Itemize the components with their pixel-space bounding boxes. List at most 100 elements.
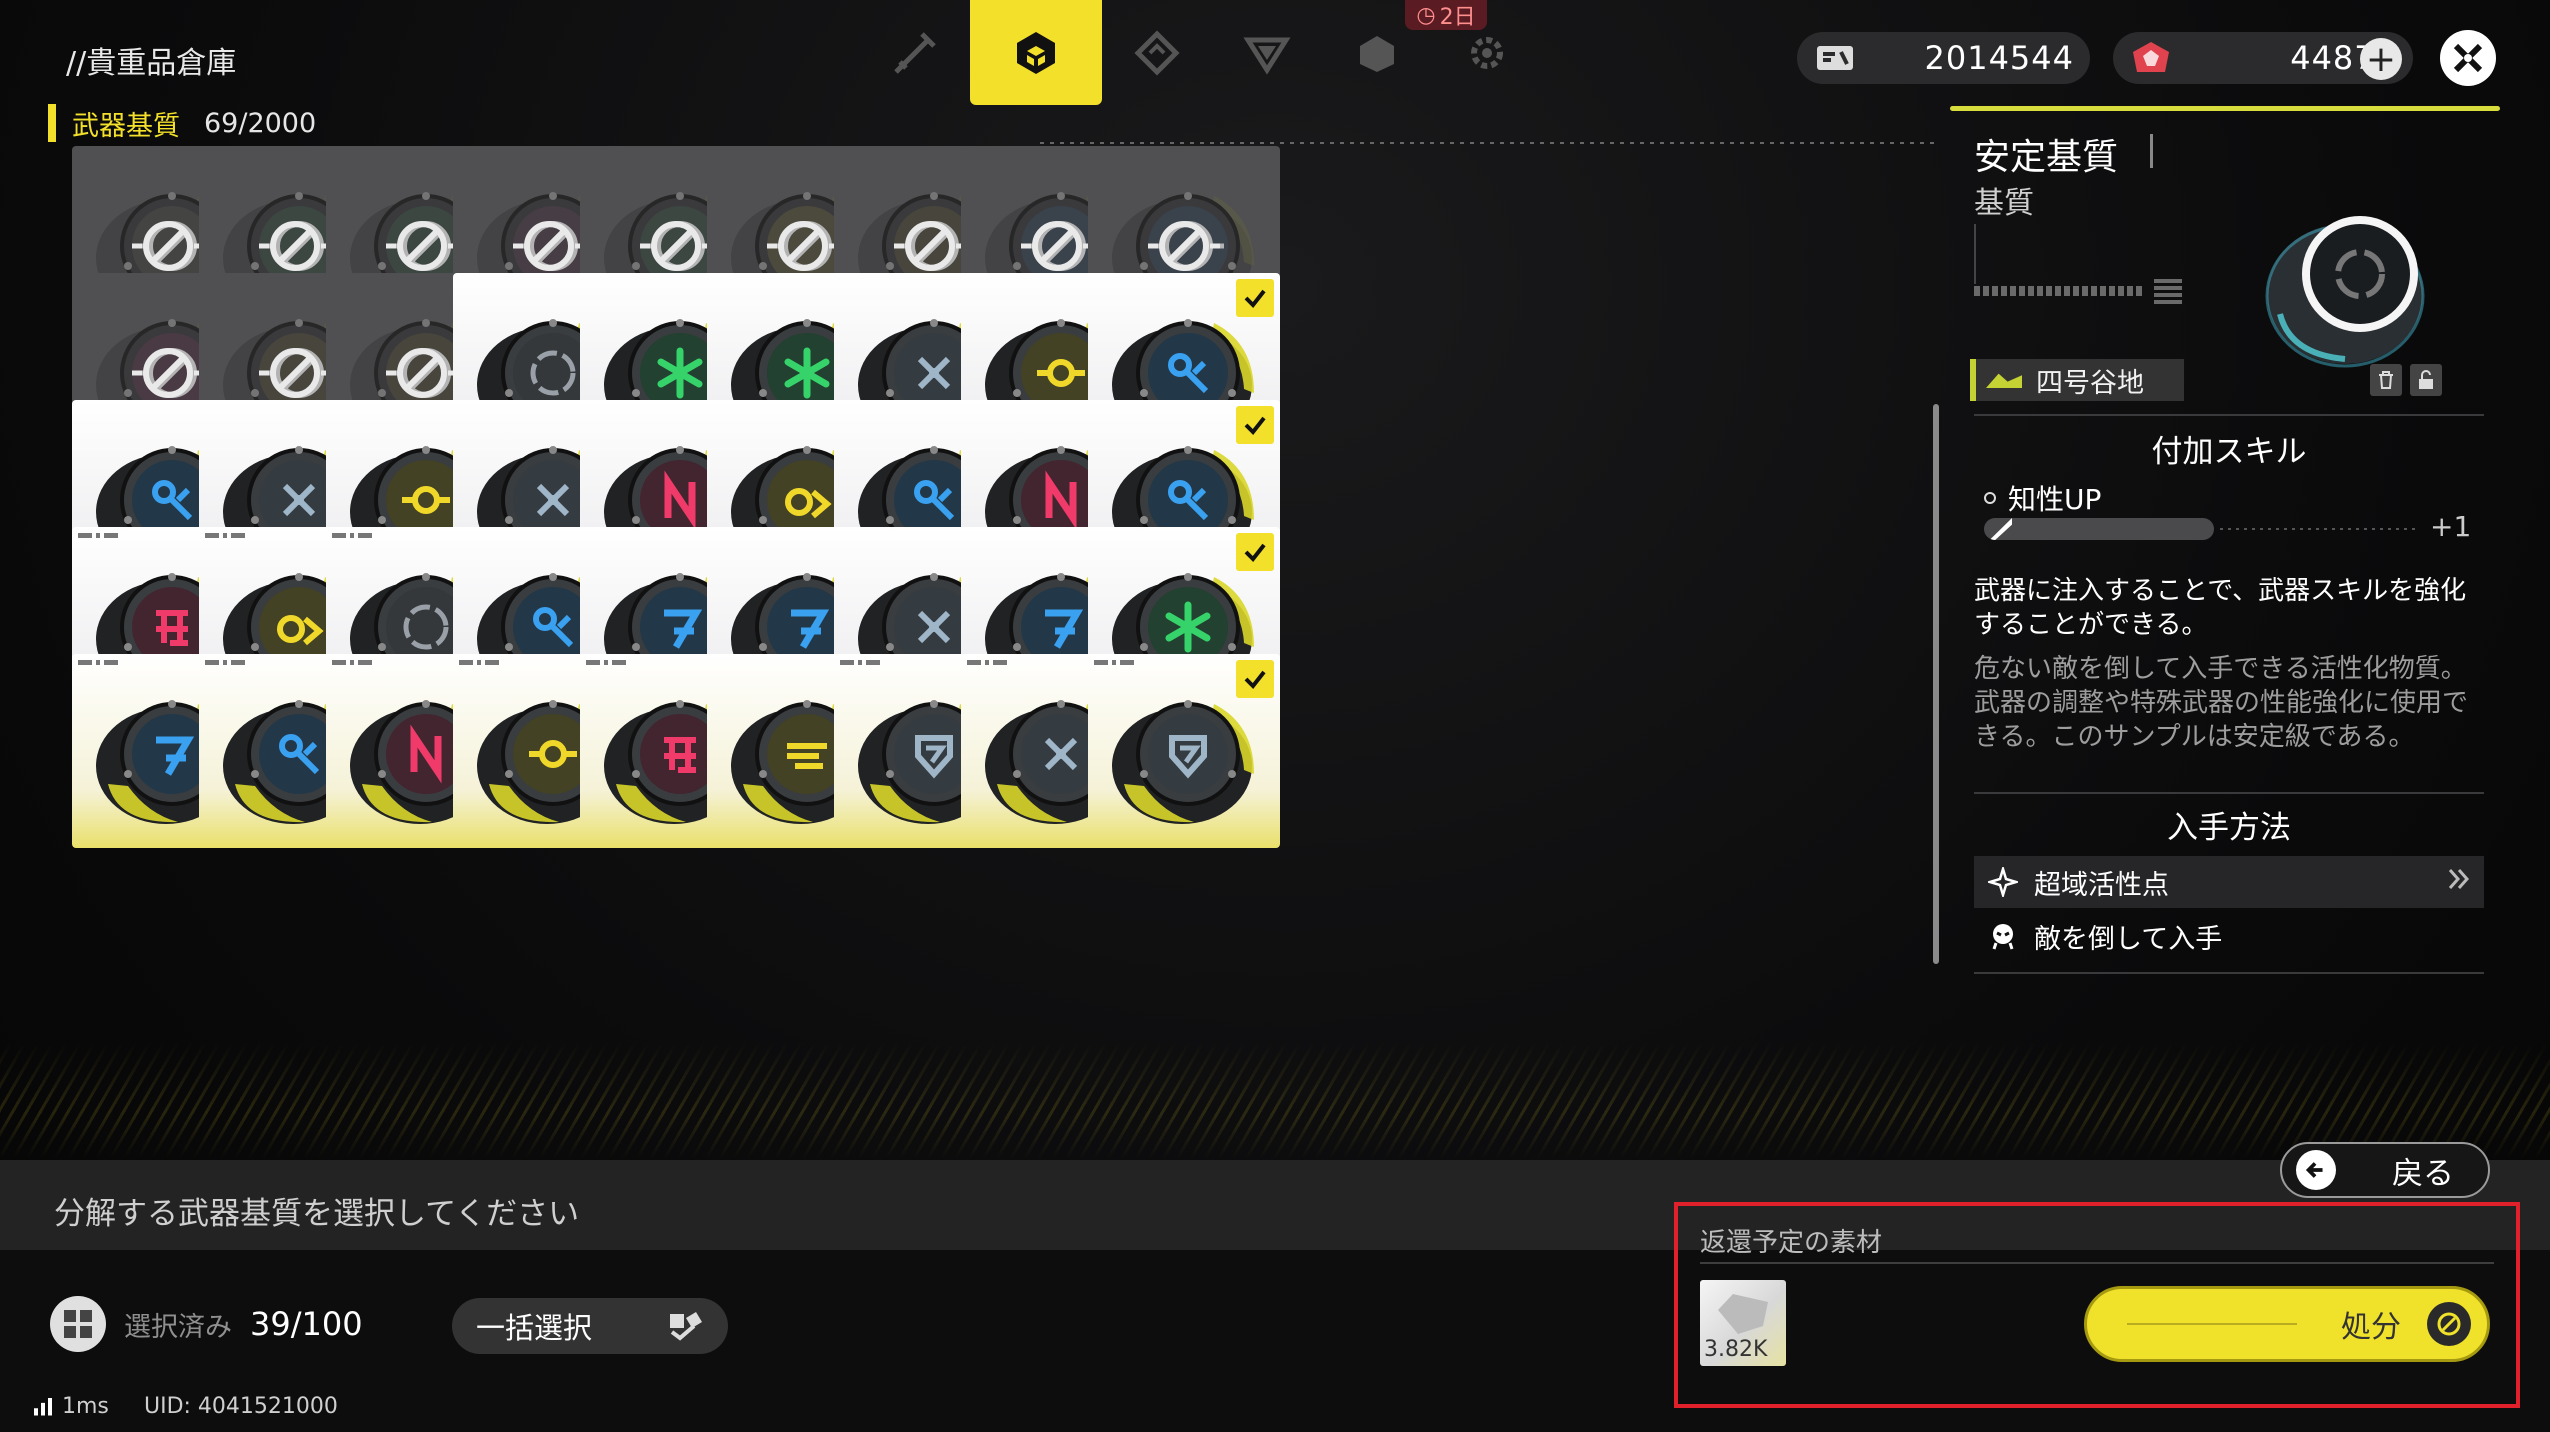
tag-decor bbox=[459, 660, 499, 665]
description-primary: 武器に注入することで、武器スキルを強化することができる。 bbox=[1974, 576, 2467, 640]
tag-decor bbox=[1094, 660, 1134, 665]
divider bbox=[1974, 972, 2484, 974]
category-count: 69/2000 bbox=[204, 107, 317, 139]
category-name: 武器基質 bbox=[72, 110, 180, 142]
currency-credits-value: 2014544 bbox=[1924, 39, 2074, 77]
terrain-icon bbox=[1986, 373, 2022, 388]
back-button[interactable]: 戻る bbox=[2280, 1142, 2490, 1198]
dispose-button[interactable]: 処分 bbox=[2084, 1286, 2490, 1362]
checkmark-icon bbox=[1236, 533, 1274, 571]
matrix-cell[interactable] bbox=[1088, 654, 1280, 848]
skill-entry: 知性UP bbox=[1984, 478, 2101, 518]
detail-panel: 安定基質 基質 四号谷地 付加スキル 知性UP +1 武器に注入することで、武器… bbox=[1950, 106, 2500, 986]
sparkle-icon bbox=[1988, 867, 2018, 897]
decor-line bbox=[2127, 1323, 2297, 1325]
signal-icon bbox=[34, 1397, 52, 1416]
selected-label: 選択済み bbox=[124, 1311, 232, 1343]
tag-decor bbox=[78, 533, 118, 538]
source-label: 敵を倒して入手 bbox=[2034, 923, 2223, 955]
back-label: 戻る bbox=[2392, 1155, 2454, 1192]
crystal-icon bbox=[2129, 40, 2173, 76]
tag-decor bbox=[586, 660, 626, 665]
sword-icon bbox=[894, 31, 936, 74]
category-accent bbox=[48, 104, 56, 142]
skill-section-title: 付加スキル bbox=[2151, 434, 2307, 470]
source-label: 超域活性点 bbox=[2034, 869, 2169, 901]
divider bbox=[1700, 1262, 2494, 1264]
tab-module[interactable] bbox=[1102, 0, 1212, 105]
tag-decor bbox=[840, 660, 880, 665]
divider bbox=[1040, 142, 1940, 144]
matrix-core-icon bbox=[1112, 700, 1254, 824]
close-icon bbox=[2453, 43, 2483, 73]
decor-line bbox=[1974, 224, 1976, 284]
return-material-amount: 3.82K bbox=[1704, 1337, 1768, 1362]
item-type: 基質 bbox=[1974, 186, 2034, 221]
ping-indicator: 1ms bbox=[34, 1394, 109, 1419]
timer-badge-text: 2日 bbox=[1439, 5, 1476, 30]
currency-credits[interactable]: 2014544 bbox=[1797, 32, 2090, 84]
ping-value: 1ms bbox=[62, 1394, 109, 1419]
gear-icon bbox=[1471, 36, 1503, 69]
material-icon bbox=[1718, 1294, 1768, 1334]
skill-level-bar bbox=[1984, 518, 2214, 540]
tag-decor bbox=[332, 533, 372, 538]
item-title: 安定基質 bbox=[1974, 137, 2119, 178]
decor-dots bbox=[2220, 528, 2420, 530]
divider bbox=[1974, 414, 2484, 416]
qr-decor bbox=[2154, 276, 2182, 304]
description-secondary: 危ない敵を倒して入手できる活性化物質。武器の調整や特殊武器の性能強化に使用できる… bbox=[1974, 654, 2469, 752]
source-section-title: 入手方法 bbox=[2167, 810, 2291, 846]
barcode-decor bbox=[1974, 286, 2144, 296]
enemy-icon bbox=[1992, 924, 2014, 950]
checkmark-icon bbox=[1236, 279, 1274, 317]
item-preview-image bbox=[2265, 216, 2425, 368]
decor-stripes bbox=[0, 1040, 2550, 1160]
tab-gem[interactable] bbox=[1212, 0, 1322, 105]
tag-decor bbox=[78, 660, 118, 665]
page-title: //貴重品倉庫 bbox=[66, 46, 237, 81]
clock-icon: ◷ bbox=[1416, 2, 1436, 28]
unlock-icon bbox=[2419, 370, 2433, 389]
credit-card-icon bbox=[1813, 40, 1857, 76]
tag-decor bbox=[205, 660, 245, 665]
skill-name: 知性UP bbox=[2008, 483, 2102, 516]
close-button[interactable] bbox=[2440, 30, 2496, 86]
category-header: 武器基質 69/2000 bbox=[48, 104, 316, 142]
lock-button[interactable] bbox=[2410, 364, 2442, 396]
bulk-select-label: 一括選択 bbox=[476, 1311, 593, 1345]
tag-decor bbox=[332, 660, 372, 665]
skill-level-fill bbox=[1989, 518, 2012, 540]
uid-label: UID: 4041521000 bbox=[144, 1394, 338, 1419]
dispose-label: 処分 bbox=[2341, 1310, 2401, 1345]
bulk-select-button[interactable]: 一括選択 bbox=[452, 1298, 728, 1354]
tab-matrix[interactable] bbox=[970, 0, 1102, 105]
top-bar: //貴重品倉庫 ◷ 2日 2014544 44870 + bbox=[0, 0, 2550, 105]
diamond-chevron-icon bbox=[1134, 29, 1180, 76]
source-item-defeat-enemy[interactable]: 敵を倒して入手 bbox=[1974, 910, 2484, 962]
grid-select-icon bbox=[50, 1296, 106, 1352]
tab-weapons[interactable] bbox=[860, 0, 970, 105]
trash-icon bbox=[2379, 371, 2393, 389]
source-item-active-point[interactable]: 超域活性点 bbox=[1974, 856, 2484, 908]
bulk-select-icon bbox=[670, 1312, 702, 1341]
selected-counter: 選択済み 39/100 bbox=[50, 1296, 363, 1352]
title-separator bbox=[2150, 134, 2153, 168]
discard-button[interactable] bbox=[2370, 364, 2402, 396]
pack-icon bbox=[1360, 35, 1394, 72]
return-materials-title: 返還予定の素材 bbox=[1700, 1228, 1883, 1258]
location-tag: 四号谷地 bbox=[1970, 359, 2184, 401]
selected-value: 39/100 bbox=[250, 1305, 363, 1343]
add-currency-button[interactable]: + bbox=[2360, 38, 2402, 80]
dispose-icon bbox=[2427, 1302, 2471, 1346]
divider bbox=[1974, 792, 2484, 794]
return-material-item[interactable]: 3.82K bbox=[1700, 1280, 1786, 1366]
tag-decor bbox=[205, 533, 245, 538]
grid-scrollbar[interactable] bbox=[1933, 404, 1939, 964]
warehouse-screen: //貴重品倉庫 ◷ 2日 2014544 44870 + 武器基質 69/200… bbox=[0, 0, 2550, 1432]
chevron-right-icon bbox=[2444, 864, 2474, 901]
selection-prompt: 分解する武器基質を選択してください bbox=[54, 1196, 580, 1232]
back-arrow-icon bbox=[2296, 1150, 2336, 1190]
plus-icon: + bbox=[2365, 38, 2397, 80]
checkmark-icon bbox=[1236, 660, 1274, 698]
